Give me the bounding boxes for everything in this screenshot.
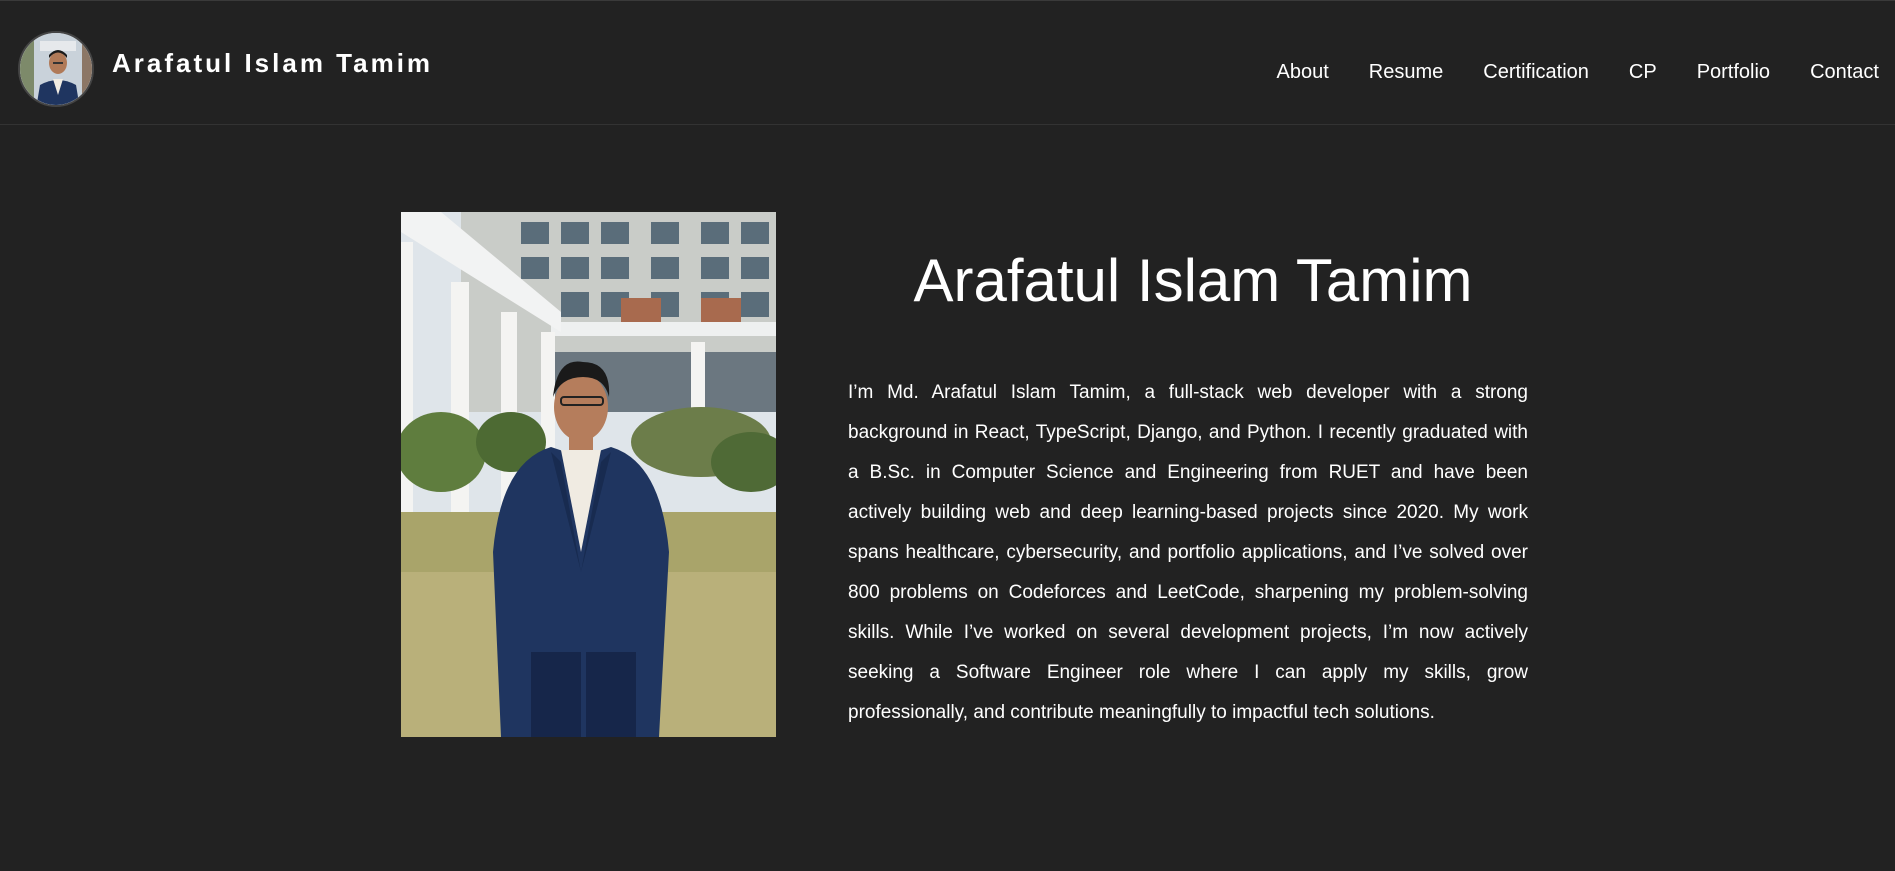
- profile-photo-image: [401, 212, 776, 737]
- page-title: Arafatul Islam Tamim: [913, 247, 1473, 314]
- nav-link-portfolio[interactable]: Portfolio: [1697, 61, 1770, 84]
- bio-paragraph: I’m Md. Arafatul Islam Tamim, a full-sta…: [848, 382, 1528, 723]
- about-section: Arafatul Islam Tamim I’m Md. Arafatul Is…: [848, 241, 1528, 733]
- nav-link-certification[interactable]: Certification: [1483, 61, 1589, 84]
- nav-link-resume[interactable]: Resume: [1369, 61, 1443, 84]
- site-header: Arafatul Islam Tamim About Resume Certif…: [0, 1, 1895, 125]
- nav-link-cp[interactable]: CP: [1629, 61, 1657, 84]
- avatar-image: [20, 33, 92, 105]
- nav-link-about[interactable]: About: [1277, 61, 1329, 84]
- brand-name: Arafatul Islam Tamim: [112, 47, 434, 78]
- brand-link[interactable]: Arafatul Islam Tamim: [18, 31, 433, 107]
- main-nav: About Resume Certification CP Portfolio …: [1277, 61, 1879, 84]
- avatar: [18, 31, 94, 107]
- nav-link-contact[interactable]: Contact: [1810, 61, 1879, 84]
- profile-photo: [401, 212, 776, 737]
- page: Arafatul Islam Tamim About Resume Certif…: [0, 0, 1895, 871]
